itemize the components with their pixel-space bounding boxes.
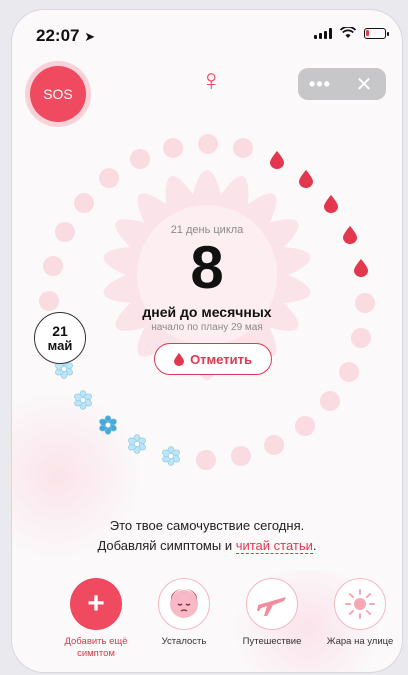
date-badge-month: май — [47, 337, 73, 353]
cycle-day-dot — [74, 192, 95, 213]
fertile-day-flower-icon — [128, 434, 147, 454]
cycle-day-dot — [338, 361, 359, 382]
mini-app-capsule: ••• ✕ — [298, 68, 386, 100]
mark-period-label: Отметить — [190, 351, 252, 367]
sun-icon — [345, 589, 375, 619]
symptom-tired[interactable]: Усталость — [144, 578, 224, 648]
location-arrow-icon: ➤ — [84, 29, 96, 44]
venus-icon: ♀ — [200, 64, 223, 97]
symptom-tired-label: Усталость — [161, 636, 207, 647]
signal-icon — [314, 27, 332, 39]
status-time-text: 22:07 — [36, 26, 80, 45]
cycle-day-dot — [163, 137, 184, 158]
symptom-travel[interactable]: Путешествие — [232, 578, 312, 648]
period-day-drop-icon — [324, 195, 339, 214]
symptom-tired-circle — [158, 578, 210, 630]
feeling-line-2: Добавляй симптомы и читай статьи. — [12, 538, 402, 554]
days-left-number: 8 — [190, 234, 224, 301]
symptom-travel-label: Путешествие — [242, 636, 302, 647]
tired-face-icon — [170, 589, 198, 618]
cycle-day-dot — [233, 138, 254, 159]
cycle-day-dot — [319, 391, 340, 412]
app-screen: 22:07 ➤ SOS ♀ ••• ✕ 21 день цикла 8 дней… — [12, 10, 402, 672]
fertile-day-flower-icon — [73, 389, 92, 410]
symptom-heat-circle — [334, 578, 386, 630]
symptom-travel-circle — [246, 578, 298, 630]
wifi-icon — [340, 27, 356, 38]
status-icons — [314, 27, 389, 39]
airplane-icon — [257, 597, 286, 616]
battery-icon — [364, 27, 389, 39]
cycle-day-dot — [294, 416, 315, 437]
cycle-day-dot — [264, 434, 285, 455]
cycle-day-dot — [129, 149, 150, 170]
status-time: 22:07 ➤ — [36, 26, 95, 46]
close-button[interactable]: ✕ — [342, 72, 386, 97]
fertile-day-flower-icon — [98, 414, 117, 435]
mark-period-button[interactable]: Отметить — [154, 343, 272, 375]
symptom-heat-label: Жара на улице — [326, 636, 394, 647]
more-menu-button[interactable]: ••• — [298, 74, 342, 95]
period-day-drop-icon — [299, 170, 314, 189]
cycle-day-dot — [198, 134, 219, 154]
feeling-line-2-end: . — [312, 538, 317, 553]
drop-icon — [174, 352, 185, 366]
add-symptom-label: Добавить ещё симптом — [64, 636, 128, 660]
cycle-day-dot — [230, 446, 251, 467]
symptom-heat[interactable]: Жара на улице — [320, 578, 400, 648]
bg-decoration — [12, 390, 142, 560]
period-day-drop-icon — [269, 151, 284, 170]
sos-label: SOS — [43, 86, 73, 102]
read-articles-link[interactable]: читай статьи — [235, 538, 313, 554]
date-badge[interactable]: 21 май — [34, 312, 86, 364]
plus-icon: + — [70, 578, 122, 630]
date-badge-day: 21 — [52, 322, 68, 339]
sos-button[interactable]: SOS — [30, 66, 86, 122]
add-symptom-button[interactable]: + Добавить ещё симптом — [56, 578, 136, 661]
feeling-line-2-text: Добавляй симптомы и — [97, 538, 236, 553]
fertile-day-flower-icon — [161, 445, 180, 466]
feeling-line-1: Это твое самочувствие сегодня. — [109, 518, 305, 533]
cycle-day-dot — [195, 449, 216, 470]
